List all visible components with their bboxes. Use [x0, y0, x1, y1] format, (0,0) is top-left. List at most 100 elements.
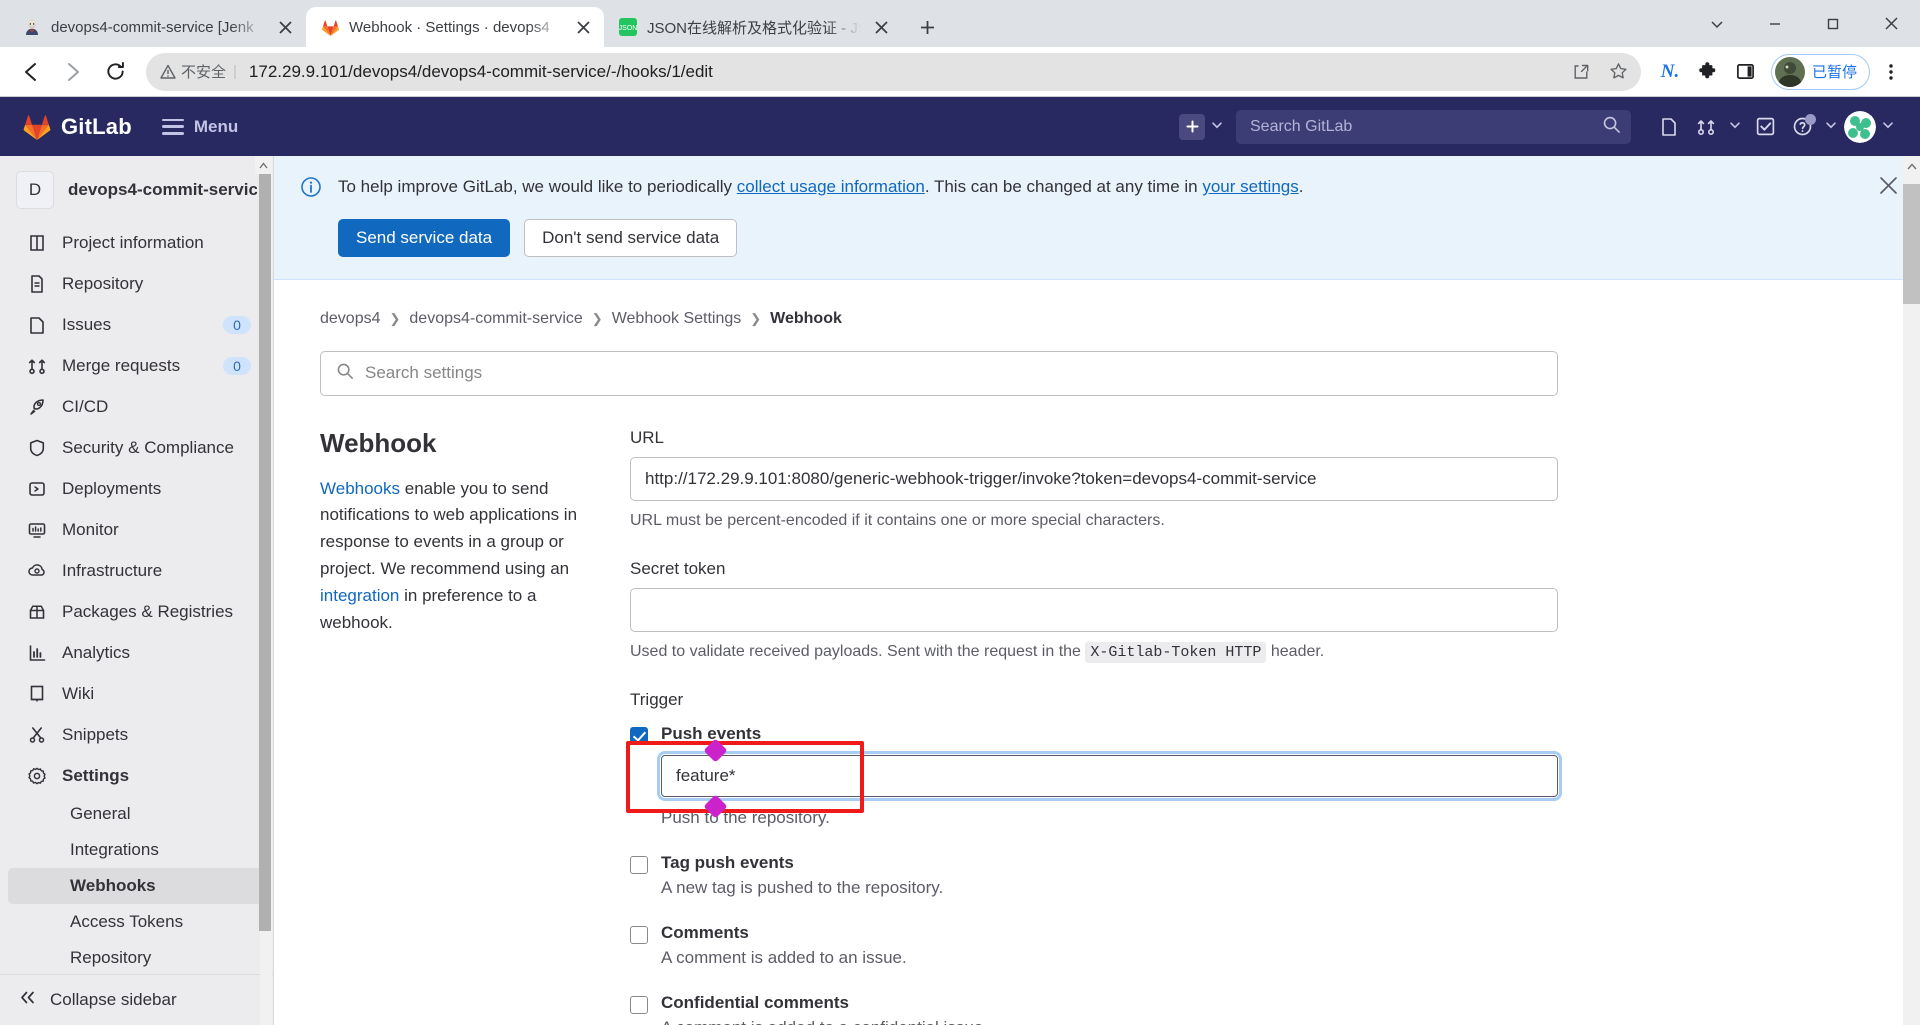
sidebar-item-infrastructure[interactable]: Infrastructure — [8, 550, 265, 591]
breadcrumb-item-group[interactable]: devops4 — [320, 310, 381, 328]
close-icon[interactable] — [1879, 176, 1898, 200]
tag-push-events-checkbox[interactable] — [630, 856, 648, 874]
collapse-sidebar-label: Collapse sidebar — [50, 990, 177, 1009]
collect-usage-information-link[interactable]: collect usage information — [737, 177, 925, 196]
sidebar-item-wiki[interactable]: Wiki — [8, 673, 265, 714]
browser-tab-1[interactable]: devops4-commit-service [Jenk — [8, 7, 306, 47]
new-tab-button[interactable] — [910, 10, 944, 44]
issues-icon[interactable] — [1652, 110, 1686, 144]
maximize-button[interactable] — [1804, 0, 1862, 47]
chevron-down-icon[interactable] — [1211, 119, 1223, 134]
close-icon[interactable] — [274, 16, 296, 38]
browser-tab-2[interactable]: Webhook · Settings · devops4 — [306, 7, 604, 47]
not-secure-indicator[interactable]: 不安全 | — [160, 61, 243, 82]
scroll-up-arrow-icon[interactable] — [255, 156, 272, 174]
gitlab-logo-icon[interactable] — [22, 112, 52, 142]
sidebar-item-settings[interactable]: Settings — [8, 755, 265, 796]
webhook-description: Webhooks enable you to send notification… — [320, 476, 594, 637]
back-button[interactable] — [12, 53, 50, 91]
sidebar-scrollbar[interactable] — [255, 156, 272, 1025]
sidebar-subitem-integrations[interactable]: Integrations — [8, 832, 265, 868]
sidebar-item-merge-requests[interactable]: Merge requests 0 — [8, 345, 265, 386]
send-service-data-button[interactable]: Send service data — [338, 218, 511, 257]
chevron-down-icon[interactable] — [1882, 119, 1894, 134]
deployments-icon — [25, 477, 48, 500]
comments-checkbox[interactable] — [630, 926, 648, 944]
breadcrumb-item-project[interactable]: devops4-commit-service — [409, 310, 582, 328]
push-events-checkbox-row[interactable]: Push events — [630, 724, 1558, 745]
profile-status-label: 已暂停 — [1811, 64, 1857, 81]
breadcrumb-item-webhook-settings[interactable]: Webhook Settings — [612, 310, 742, 328]
sidebar-item-monitor[interactable]: Monitor — [8, 509, 265, 550]
sidebar-item-issues[interactable]: Issues 0 — [8, 304, 265, 345]
address-bar[interactable]: 不安全 | 172.29.9.101/devops4/devops4-commi… — [146, 52, 1641, 91]
profile-button[interactable]: 已暂停 — [1770, 53, 1870, 90]
chevron-down-icon[interactable] — [1729, 119, 1741, 134]
search-settings-input[interactable]: Search settings — [320, 350, 1558, 396]
page-scroll-thumb[interactable] — [1903, 184, 1920, 304]
sidebar-scroll-thumb[interactable] — [259, 174, 271, 931]
your-settings-link[interactable]: your settings — [1202, 177, 1298, 196]
project-name: devops4-commit-service — [68, 180, 257, 199]
chevron-down-icon[interactable] — [1688, 0, 1746, 47]
main-menu-button[interactable]: Menu — [161, 117, 238, 137]
push-events-checkbox[interactable] — [630, 727, 648, 745]
three-dot-menu-icon[interactable] — [1874, 55, 1908, 89]
url-help-text: URL must be percent-encoded if it contai… — [630, 511, 1165, 529]
forward-button[interactable] — [54, 53, 92, 91]
push-events-label: Push events — [661, 724, 762, 743]
merge-requests-icon[interactable] — [1689, 110, 1723, 144]
close-icon[interactable] — [870, 16, 892, 38]
share-icon[interactable] — [1565, 56, 1597, 88]
sidebar-item-label: Wiki — [62, 683, 95, 703]
extension-n-icon[interactable]: N. — [1653, 55, 1687, 89]
project-info-icon — [25, 231, 48, 254]
help-icon[interactable] — [1785, 110, 1819, 144]
secret-token-input[interactable] — [630, 587, 1558, 632]
star-icon[interactable] — [1603, 56, 1635, 88]
alert-actions: Send service data Don't send service dat… — [338, 218, 1894, 257]
sidebar-item-analytics[interactable]: Analytics — [8, 632, 265, 673]
push-branch-filter-input[interactable] — [657, 751, 1562, 801]
webhooks-doc-link[interactable]: Webhooks — [320, 479, 400, 498]
sidebar-subitem-general[interactable]: General — [8, 796, 265, 832]
sidebar-subitem-access-tokens[interactable]: Access Tokens — [8, 904, 265, 940]
chevron-down-icon[interactable] — [1825, 119, 1837, 134]
browser-tab-3[interactable]: JSON JSON在线解析及格式化验证 - JS — [604, 7, 902, 47]
sidebar-subitem-webhooks[interactable]: Webhooks — [8, 868, 265, 904]
sidebar-item-repository[interactable]: Repository — [8, 263, 265, 304]
close-window-button[interactable] — [1862, 0, 1920, 47]
integration-doc-link[interactable]: integration — [320, 586, 399, 605]
sidebar-item-security-compliance[interactable]: Security & Compliance — [8, 427, 265, 468]
todos-icon[interactable] — [1748, 110, 1782, 144]
sidebar-item-label: Settings — [62, 765, 130, 785]
search-input[interactable]: Search GitLab — [1236, 109, 1631, 144]
dont-send-service-data-button[interactable]: Don't send service data — [524, 218, 738, 257]
collapse-sidebar-button[interactable]: Collapse sidebar — [0, 974, 273, 1025]
scroll-up-arrow-icon[interactable] — [1903, 156, 1920, 176]
sidebar-item-cicd[interactable]: CI/CD — [8, 386, 265, 427]
package-icon — [25, 600, 48, 623]
confidential-comments-checkbox[interactable] — [630, 996, 648, 1014]
sidebar-project-header[interactable]: D devops4-commit-service — [0, 162, 273, 222]
url-input[interactable] — [630, 456, 1558, 501]
close-icon[interactable] — [572, 16, 594, 38]
puzzle-icon[interactable] — [1691, 55, 1725, 89]
warning-icon — [160, 64, 176, 79]
sidebar-item-deployments[interactable]: Deployments — [8, 468, 265, 509]
reload-button[interactable] — [96, 53, 134, 91]
tag-push-events-checkbox-row[interactable]: Tag push events — [630, 853, 1558, 874]
sidebar-item-snippets[interactable]: Snippets — [8, 714, 265, 755]
sidebar-item-project-information[interactable]: Project information — [8, 222, 265, 263]
comments-checkbox-row[interactable]: Comments — [630, 923, 1558, 944]
gitlab-brand-label: GitLab — [61, 113, 132, 139]
sidebar-item-packages-registries[interactable]: Packages & Registries — [8, 591, 265, 632]
webhook-description-panel: Webhook Webhooks enable you to send noti… — [320, 428, 630, 1025]
user-avatar[interactable] — [1844, 110, 1876, 143]
page-scrollbar[interactable] — [1903, 156, 1920, 1025]
side-panel-icon[interactable] — [1729, 55, 1763, 89]
sidebar-subitem-repository[interactable]: Repository — [8, 940, 265, 974]
minimize-button[interactable] — [1746, 0, 1804, 47]
create-new-button[interactable] — [1179, 113, 1205, 140]
confidential-comments-checkbox-row[interactable]: Confidential comments — [630, 993, 1558, 1014]
